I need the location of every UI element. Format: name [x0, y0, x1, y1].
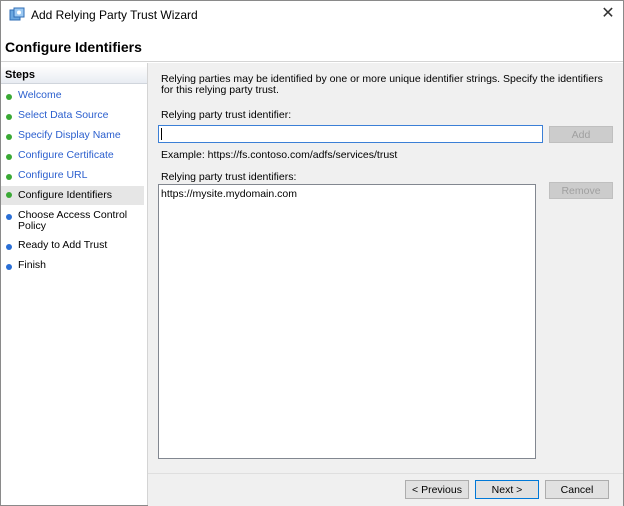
- window-title: Add Relying Party Trust Wizard: [31, 8, 198, 22]
- pending-dot-icon: [6, 244, 12, 250]
- completed-dot-icon: [6, 94, 12, 100]
- completed-dot-icon: [6, 154, 12, 160]
- step-configure-identifiers: Configure Identifiers: [1, 186, 144, 205]
- completed-dot-icon: [6, 114, 12, 120]
- remove-button[interactable]: Remove: [549, 182, 613, 199]
- identifier-label: Relying party trust identifier:: [161, 109, 292, 121]
- next-button[interactable]: Next >: [475, 480, 539, 499]
- text-caret: [161, 128, 162, 140]
- step-specify-display-name[interactable]: Specify Display Name: [1, 130, 144, 144]
- cancel-button[interactable]: Cancel: [545, 480, 609, 499]
- wizard-window: Add Relying Party Trust Wizard ✕ Configu…: [0, 0, 624, 506]
- steps-heading: Steps: [1, 67, 147, 84]
- close-icon[interactable]: ✕: [593, 1, 623, 27]
- page-title: Configure Identifiers: [5, 39, 142, 55]
- identifier-input[interactable]: [158, 125, 543, 143]
- completed-dot-icon: [6, 192, 12, 198]
- list-item[interactable]: https://mysite.mydomain.com: [161, 188, 297, 200]
- completed-dot-icon: [6, 134, 12, 140]
- previous-button[interactable]: < Previous: [405, 480, 469, 499]
- pending-dot-icon: [6, 264, 12, 270]
- step-configure-url[interactable]: Configure URL: [1, 170, 144, 184]
- step-finish: Finish: [1, 260, 144, 274]
- pending-dot-icon: [6, 214, 12, 220]
- description-text: Relying parties may be identified by one…: [161, 73, 603, 96]
- identifiers-list[interactable]: https://mysite.mydomain.com: [158, 184, 536, 459]
- step-ready-to-add-trust: Ready to Add Trust: [1, 240, 144, 254]
- identifiers-label: Relying party trust identifiers:: [161, 171, 297, 183]
- step-select-data-source[interactable]: Select Data Source: [1, 110, 144, 124]
- completed-dot-icon: [6, 174, 12, 180]
- title-bar: Add Relying Party Trust Wizard ✕: [1, 1, 623, 27]
- step-configure-certificate[interactable]: Configure Certificate: [1, 150, 144, 164]
- relying-party-icon: [9, 7, 25, 21]
- example-text: Example: https://fs.contoso.com/adfs/ser…: [161, 149, 398, 161]
- header-divider: [1, 61, 623, 62]
- step-welcome[interactable]: Welcome: [1, 90, 144, 104]
- add-button[interactable]: Add: [549, 126, 613, 143]
- wizard-footer: < Previous Next > Cancel: [148, 473, 623, 506]
- page-header: Configure Identifiers: [1, 27, 623, 63]
- steps-panel: Steps Welcome Select Data Source Specify…: [1, 63, 147, 505]
- content-panel: Relying parties may be identified by one…: [148, 63, 623, 473]
- step-choose-access-control-policy: Choose Access Control Policy: [1, 210, 144, 234]
